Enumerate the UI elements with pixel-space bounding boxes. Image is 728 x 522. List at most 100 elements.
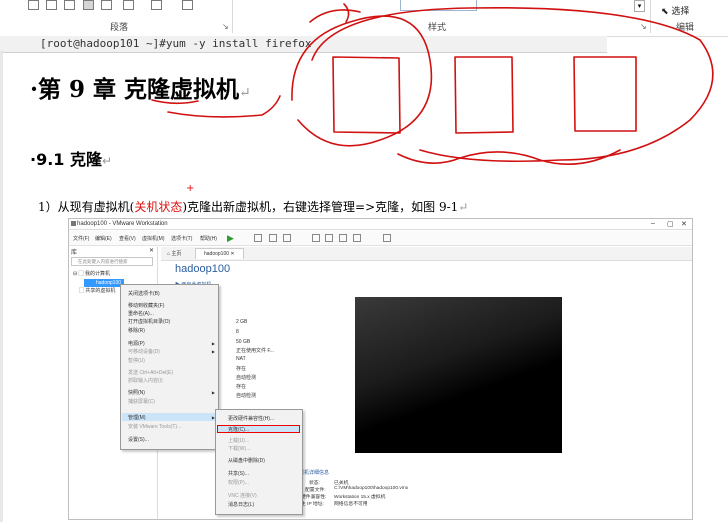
context-item-removable: 可移动设备(D): [128, 349, 160, 355]
submenu-upload: 上载(U)...: [228, 438, 250, 444]
snapshot-manager-icon[interactable]: [283, 234, 291, 242]
context-item-rename[interactable]: 重命名(A)...: [128, 310, 154, 317]
annotation-squiggle: [397, 149, 621, 165]
fullscreen-icon[interactable]: [339, 234, 347, 242]
device-value: NAT: [236, 356, 246, 362]
submenu-share[interactable]: 共享(S)...: [228, 470, 249, 477]
detail-value: C:\VM\hadoop100\hadoop100.vmx: [334, 486, 409, 491]
line-spacing-button[interactable]: [123, 0, 134, 10]
library-close-icon[interactable]: ✕: [149, 247, 154, 254]
vm-name-heading: hadoop100: [175, 263, 231, 275]
submenu-permissions: 权限(P)...: [228, 480, 249, 486]
context-item-capture: 捕获屏幕(C): [128, 399, 155, 405]
manage-submenu: 更改硬件兼容性(H)... 克隆(C)... 上载(U)... 下载(W)...…: [215, 409, 303, 515]
submenu-arrow-icon: ▶: [211, 349, 215, 354]
revert-snapshot-icon[interactable]: [269, 234, 277, 242]
menu-edit[interactable]: 编辑(E): [95, 235, 112, 242]
detail-key: 硬件兼容性:: [301, 495, 327, 500]
context-item-snapshot[interactable]: 快照(N): [128, 389, 145, 396]
justify-button[interactable]: [83, 0, 94, 10]
vm-tabbar: ⌂ 主页 hadoop100 ✕: [161, 247, 692, 261]
device-value: 50 GB: [236, 339, 251, 345]
console-view-icon[interactable]: [383, 234, 391, 242]
power-on-icon[interactable]: ▶: [227, 233, 234, 244]
annotation-box-1: [332, 56, 401, 134]
annotation-box-2: [454, 56, 514, 134]
unity-icon[interactable]: [353, 234, 361, 242]
device-value: 存在: [236, 384, 247, 390]
submenu-message-log[interactable]: 消息日志(L): [228, 501, 254, 508]
vm-context-menu: 关闭选项卡(B) 移动到收藏夹(F) 重命名(A)... 打开虚拟机目录(O) …: [120, 284, 219, 450]
detail-value: Workstation 15.x 虚拟机: [334, 495, 386, 500]
context-item-manage[interactable]: 管理(M): [128, 414, 146, 421]
context-item-tools: 安装 VMware Tools(T)...: [128, 424, 182, 430]
tree-shared-vms[interactable]: ▢ 共享的虚拟机: [79, 287, 115, 294]
code-command[interactable]: [root@hadoop101 ~]#yum -y install firefo…: [40, 37, 312, 50]
styles-scroll-icon[interactable]: ▾: [634, 0, 645, 12]
detail-key: 状态:: [309, 481, 320, 486]
chapter-heading[interactable]: ·第 9 章 克隆虚拟机↵: [30, 70, 251, 104]
borders-button[interactable]: [182, 0, 193, 10]
styles-dialog-launcher-icon[interactable]: ↘: [640, 22, 647, 31]
step-paragraph[interactable]: 1）从现有虚拟机(关机状态)克隆出新虚拟机，右键选择管理=>克隆，如图 9-1↵: [38, 198, 468, 215]
paragraph-dialog-launcher-icon[interactable]: ↘: [222, 22, 229, 31]
vm-preview-screen[interactable]: [355, 297, 562, 453]
context-item-close-tab[interactable]: 关闭选项卡(B): [128, 290, 160, 297]
detail-value: 网络信息不可用: [334, 502, 368, 507]
vmware-logo-icon: [71, 221, 76, 226]
minimize-icon[interactable]: –: [651, 220, 655, 227]
library-title: 库: [71, 250, 78, 256]
styles-gallery[interactable]: [400, 0, 477, 11]
submenu-clone[interactable]: 克隆(C)...: [228, 426, 249, 433]
vmware-screenshot-figure[interactable]: hadoop100 - VMware Workstation – ▢ ✕ 文件(…: [68, 218, 693, 520]
tab-home[interactable]: ⌂ 主页: [167, 250, 181, 257]
device-value: 自动检测: [236, 375, 257, 381]
shading-button[interactable]: [151, 0, 162, 10]
detail-value: 已关机: [334, 481, 349, 486]
context-item-open-dir[interactable]: 打开虚拟机目录(O): [128, 318, 170, 325]
select-button[interactable]: ⬉ 选择: [661, 4, 689, 17]
align-center-button[interactable]: [46, 0, 57, 10]
ribbon-separator: [232, 0, 233, 33]
menu-help[interactable]: 帮助(H): [200, 235, 217, 242]
device-value: 存在: [236, 366, 247, 372]
section-heading[interactable]: ·9.1 克隆↵: [30, 146, 112, 170]
align-left-button[interactable]: [28, 0, 39, 10]
close-icon[interactable]: ✕: [681, 220, 687, 228]
menu-view[interactable]: 查看(V): [119, 235, 136, 242]
snapshot-icon[interactable]: [254, 234, 262, 242]
library-search-input[interactable]: 在此处键入内容进行搜索: [71, 257, 153, 266]
edit-group-label: 编辑: [676, 23, 695, 33]
tree-my-computer[interactable]: ⊟ ▢ 我的计算机: [73, 270, 110, 277]
insert-marker: +: [186, 183, 195, 194]
menu-file[interactable]: 文件(F): [73, 235, 89, 242]
context-item-settings[interactable]: 设置(S)...: [128, 436, 149, 443]
styles-group-label: 样式: [428, 23, 447, 33]
distributed-button[interactable]: [101, 0, 112, 10]
context-item-favorites[interactable]: 移动到收藏夹(F): [128, 302, 164, 309]
align-right-button[interactable]: [64, 0, 75, 10]
annotation-box-3: [573, 56, 637, 132]
submenu-vnc: VNC 连接(V): [228, 493, 257, 499]
detail-key: 主 IP 地址:: [301, 502, 324, 507]
tree-vm-hadoop100[interactable]: hadoop100: [84, 279, 124, 287]
context-item-grab-input: 抓取输入内容(I): [128, 378, 163, 384]
library-view-icon[interactable]: [312, 234, 320, 242]
page-margin: [0, 50, 3, 522]
tab-hadoop100[interactable]: hadoop100 ✕: [195, 248, 244, 259]
device-value: 8: [236, 329, 239, 335]
menu-tabs[interactable]: 选项卡(T): [171, 235, 192, 242]
paragraph-group-label: 段落: [110, 23, 129, 33]
device-value: 正在使用文件 F...: [236, 348, 275, 354]
submenu-delete-disk[interactable]: 从磁盘中删除(D): [228, 457, 265, 464]
menu-vm[interactable]: 虚拟机(M): [142, 235, 165, 242]
submenu-arrow-icon: ▶: [211, 341, 215, 346]
word-ribbon: 段落 ↘ 样式 ▾ ↘ ⬉ 选择 编辑: [0, 0, 728, 37]
thumbnail-view-icon[interactable]: [325, 234, 333, 242]
device-value: 2 GB: [236, 319, 248, 325]
maximize-icon[interactable]: ▢: [667, 220, 674, 228]
cursor-arrow-icon: ⬉: [661, 7, 672, 17]
context-item-remove[interactable]: 移除(R): [128, 327, 145, 334]
context-item-power[interactable]: 电源(P): [128, 340, 145, 347]
submenu-hw-compat[interactable]: 更改硬件兼容性(H)...: [228, 415, 274, 422]
